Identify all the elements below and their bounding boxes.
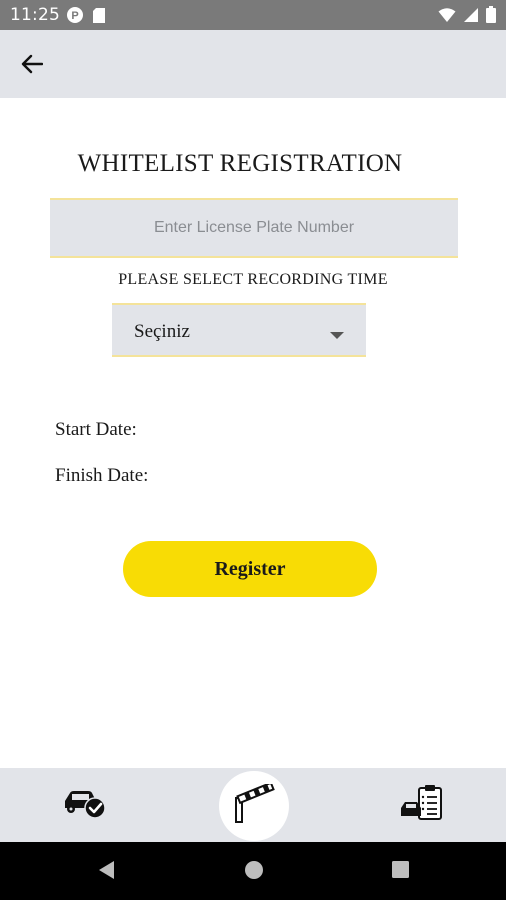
barrier-gate-icon (232, 781, 276, 829)
nav-item-barrier[interactable] (219, 771, 289, 841)
back-triangle-icon (97, 860, 115, 885)
car-check-icon (61, 786, 107, 825)
notification-app-icon: P (66, 6, 84, 29)
recents-square-icon (391, 860, 410, 884)
battery-icon (486, 6, 496, 28)
back-button[interactable] (14, 48, 50, 84)
system-nav-bar (0, 842, 506, 900)
recording-time-selected-value: Seçiniz (134, 321, 190, 342)
app-bar (0, 30, 506, 98)
svg-text:P: P (71, 10, 78, 22)
status-time: 11:25 (10, 5, 60, 25)
recording-time-select[interactable]: Seçiniz (112, 303, 366, 357)
system-home-button[interactable] (242, 860, 266, 884)
finish-date-label: Finish Date: (55, 465, 149, 486)
wifi-icon (438, 7, 456, 28)
system-recents-button[interactable] (388, 860, 412, 884)
car-clipboard-icon (399, 784, 445, 827)
bottom-nav (0, 768, 506, 842)
home-circle-icon (244, 860, 264, 885)
status-bar: 11:25 P (0, 0, 506, 30)
nav-item-vehicle-list[interactable] (390, 768, 454, 842)
nav-item-vehicle-approved[interactable] (52, 768, 116, 842)
dropdown-caret-icon (330, 327, 344, 345)
system-back-button[interactable] (94, 860, 118, 884)
status-right-icons (438, 6, 496, 28)
status-left-icons: P (66, 6, 106, 29)
sd-card-icon (92, 7, 106, 29)
license-plate-input[interactable] (50, 198, 458, 258)
register-button[interactable]: Register (123, 541, 377, 597)
page-title: WHITELIST REGISTRATION (77, 150, 403, 177)
arrow-left-icon (21, 54, 44, 79)
start-date-label: Start Date: (55, 419, 137, 440)
recording-time-label: PLEASE SELECT RECORDING TIME (118, 271, 388, 288)
signal-icon (463, 7, 479, 28)
